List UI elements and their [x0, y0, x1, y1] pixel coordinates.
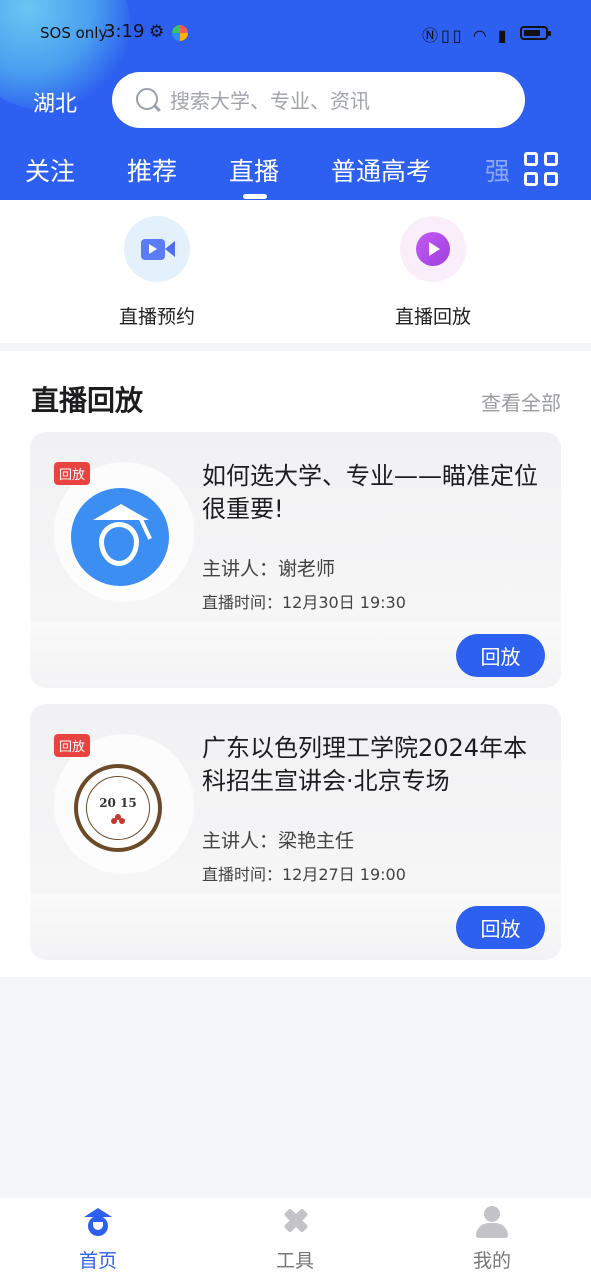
person-icon: [474, 1206, 510, 1238]
section-title: 直播回放: [31, 384, 144, 417]
battery-icon: [520, 26, 551, 40]
replay-button[interactable]: 回放: [456, 906, 545, 949]
card-title: 广东以色列理工学院2024年本科招生宣讲会·北京专场: [202, 734, 528, 795]
card-speaker: 主讲人：梁艳主任: [202, 830, 355, 852]
replay-badge: 回放: [54, 462, 91, 485]
bottom-navigation: 首页 工具 我的: [0, 1198, 591, 1280]
tab-gaokao[interactable]: 普通高考: [331, 152, 431, 188]
replay-section: 直播回放 查看全部 回放 如何选大学、专业——瞄准定位很重要! 主讲人：谢老师 …: [0, 351, 591, 977]
app-notification-icon: [172, 25, 188, 41]
replay-badge: 回放: [54, 734, 91, 757]
nav-tools[interactable]: 工具: [235, 1206, 355, 1273]
nav-home[interactable]: 首页: [38, 1206, 158, 1273]
seal-mark-icon: [111, 814, 125, 824]
video-camera-icon: [124, 216, 190, 282]
clock: 3:19: [104, 21, 145, 42]
card-live-time: 直播时间：12月30日 19:30: [202, 593, 406, 612]
search-input[interactable]: [168, 84, 502, 118]
live-replay-label: 直播回放: [394, 306, 471, 328]
header: SOS only 3:19 ⚙ Ⓝ▯▯ ◠ ▮ 湖北 关注 推荐 直播 普通高考…: [0, 0, 591, 200]
tab-more[interactable]: 强: [485, 152, 510, 188]
search-icon: [136, 88, 158, 110]
tab-live[interactable]: 直播: [229, 152, 279, 188]
system-icons: Ⓝ▯▯ ◠ ▮: [422, 26, 510, 45]
tab-follow[interactable]: 关注: [25, 152, 75, 188]
seal-year: 20 15: [99, 796, 137, 810]
graduation-cap-logo: [71, 488, 169, 586]
status-bar: SOS only 3:19 ⚙ Ⓝ▯▯ ◠ ▮: [0, 18, 591, 48]
live-replay-entry[interactable]: 直播回放: [343, 216, 523, 329]
gear-icon: ⚙: [149, 22, 165, 42]
search-bar[interactable]: [112, 72, 525, 128]
channel-tabs: 关注 推荐 直播 普通高考 强: [0, 148, 520, 199]
region-selector[interactable]: 湖北: [33, 86, 77, 118]
nav-me-label: 我的: [472, 1250, 511, 1272]
tools-icon: [277, 1206, 313, 1238]
nav-tools-label: 工具: [275, 1250, 314, 1272]
replay-button[interactable]: 回放: [456, 634, 545, 677]
home-cap-icon: [80, 1206, 116, 1238]
active-tab-indicator: [243, 194, 267, 199]
guangdong-technion-seal-icon: 20 15: [74, 764, 162, 852]
carrier-text: SOS only: [40, 24, 108, 42]
replay-card[interactable]: 20 15 回放 广东以色列理工学院2024年本科招生宣讲会·北京专场 主讲人：…: [30, 704, 561, 960]
live-quick-entries: 直播预约 直播回放: [0, 200, 591, 343]
grid-menu-icon[interactable]: [522, 150, 562, 190]
replay-card[interactable]: 回放 如何选大学、专业——瞄准定位很重要! 主讲人：谢老师 直播时间：12月30…: [30, 432, 561, 688]
nav-me[interactable]: 我的: [432, 1206, 552, 1273]
see-all-link[interactable]: 查看全部: [481, 387, 561, 416]
card-speaker: 主讲人：谢老师: [202, 558, 336, 580]
card-live-time: 直播时间：12月27日 19:00: [202, 865, 406, 884]
card-title: 如何选大学、专业——瞄准定位很重要!: [202, 462, 538, 523]
nav-home-label: 首页: [78, 1250, 117, 1272]
play-icon: [400, 216, 466, 282]
live-booking-label: 直播预约: [118, 306, 195, 328]
tab-recommend[interactable]: 推荐: [127, 152, 177, 188]
live-booking-entry[interactable]: 直播预约: [67, 216, 247, 329]
